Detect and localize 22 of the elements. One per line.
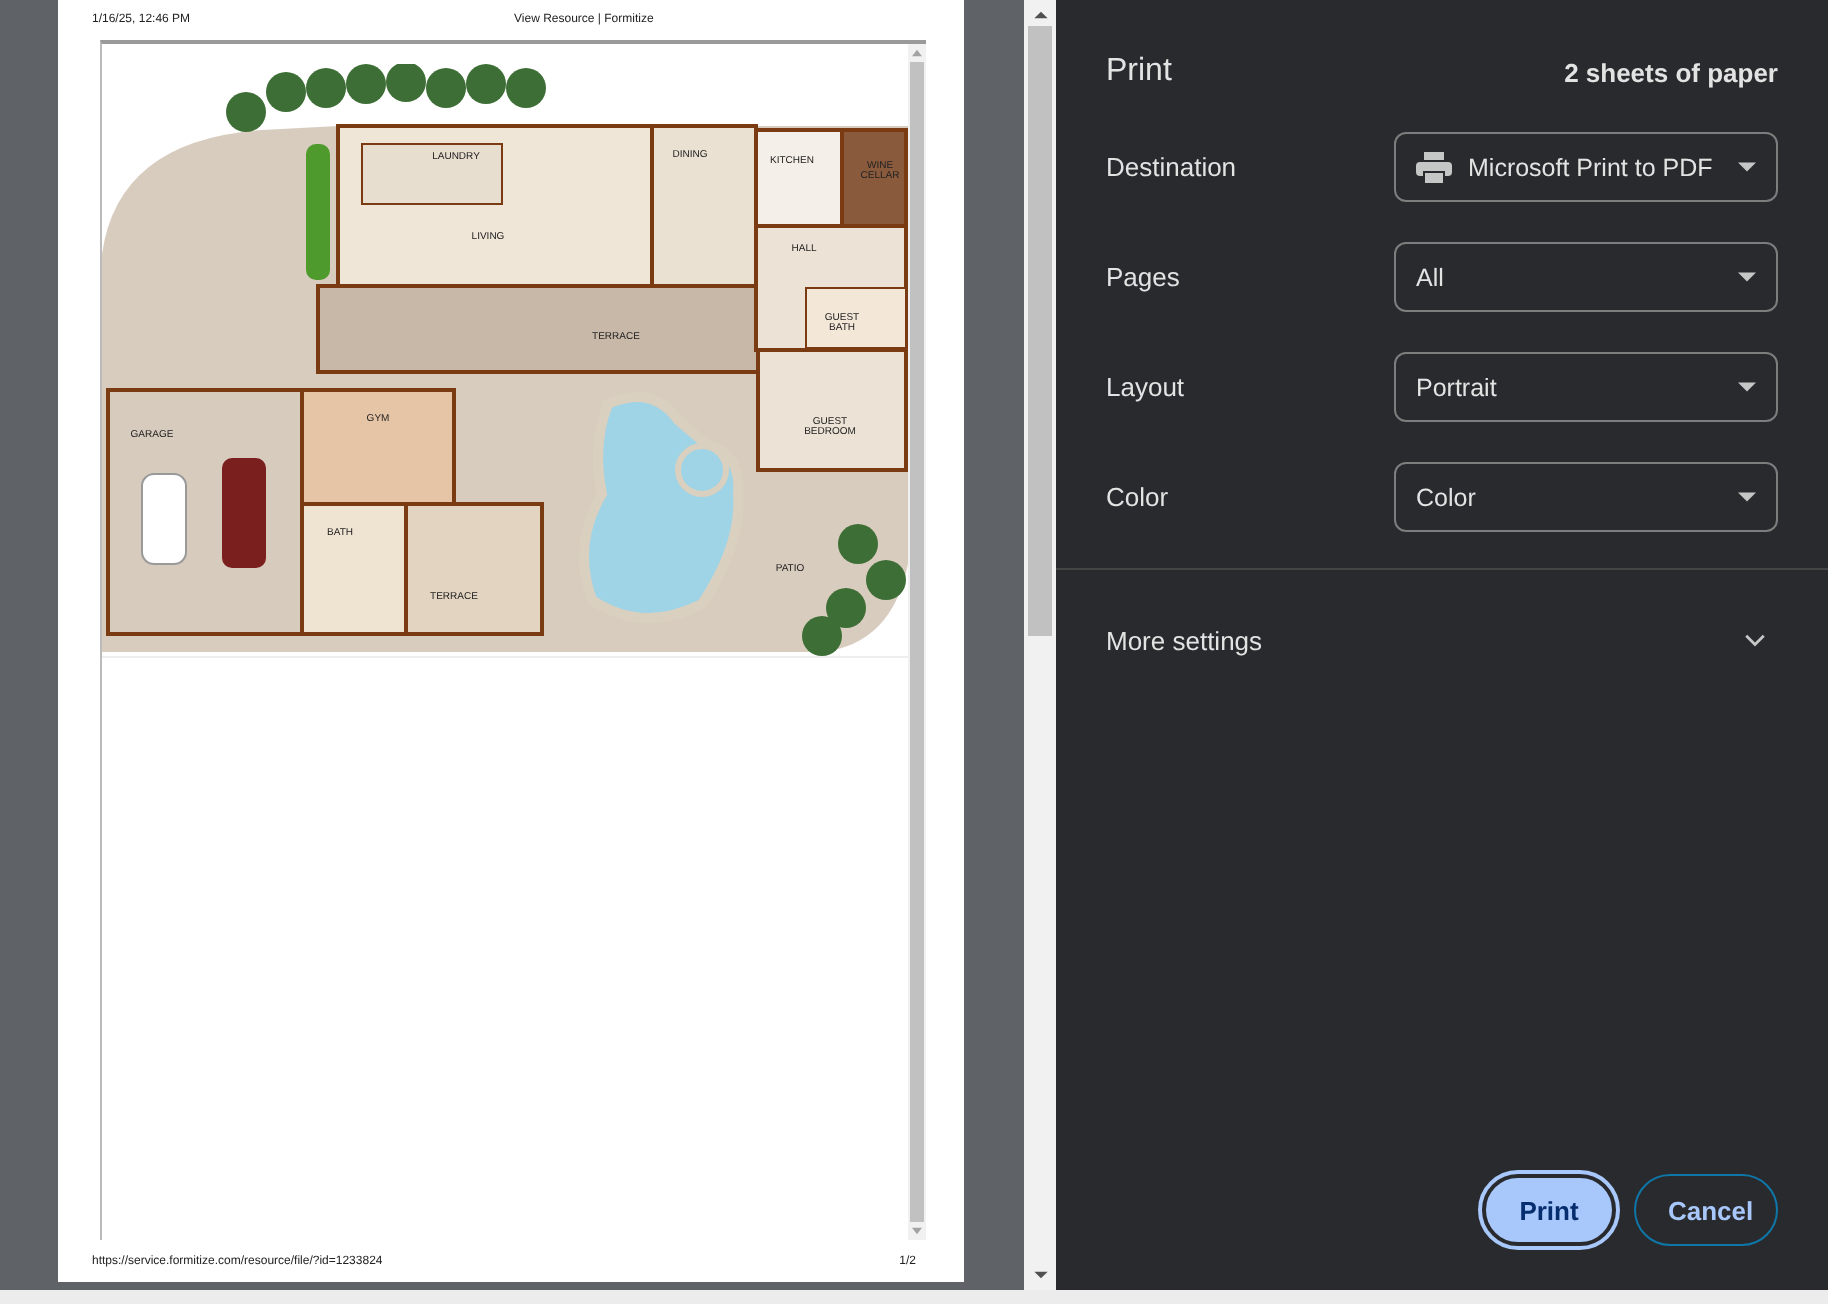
dropdown[interactable]: Portrait xyxy=(1394,352,1778,422)
dropdown[interactable]: All xyxy=(1394,242,1778,312)
setting-label: Layout xyxy=(1106,372,1185,402)
scroll-down-icon[interactable] xyxy=(1031,1270,1049,1280)
caret-icon xyxy=(1738,162,1756,172)
scrollbar[interactable] xyxy=(1024,0,1056,1290)
dropdown[interactable]: Color xyxy=(1394,462,1778,532)
dialog-title: Print xyxy=(1106,54,1172,90)
chevron-icon xyxy=(1744,633,1766,647)
scroll-up-icon[interactable] xyxy=(1031,10,1049,20)
more-settings-toggle[interactable]: More settings xyxy=(1056,614,1828,666)
dropdown[interactable]: Microsoft Print to PDF xyxy=(1394,132,1778,202)
caret-icon xyxy=(1738,492,1756,502)
cancel-button[interactable]: Cancel xyxy=(1634,1174,1778,1246)
setting-label: Pages xyxy=(1106,262,1180,292)
sheet-count: 2 sheets of paper xyxy=(1564,57,1778,87)
printer-icon xyxy=(1416,151,1452,183)
caret-icon xyxy=(1738,272,1756,282)
setting-label: Destination xyxy=(1106,152,1237,182)
caret-icon xyxy=(1738,382,1756,392)
setting-label: Color xyxy=(1106,482,1169,512)
print-button[interactable]: Print xyxy=(1482,1174,1616,1246)
